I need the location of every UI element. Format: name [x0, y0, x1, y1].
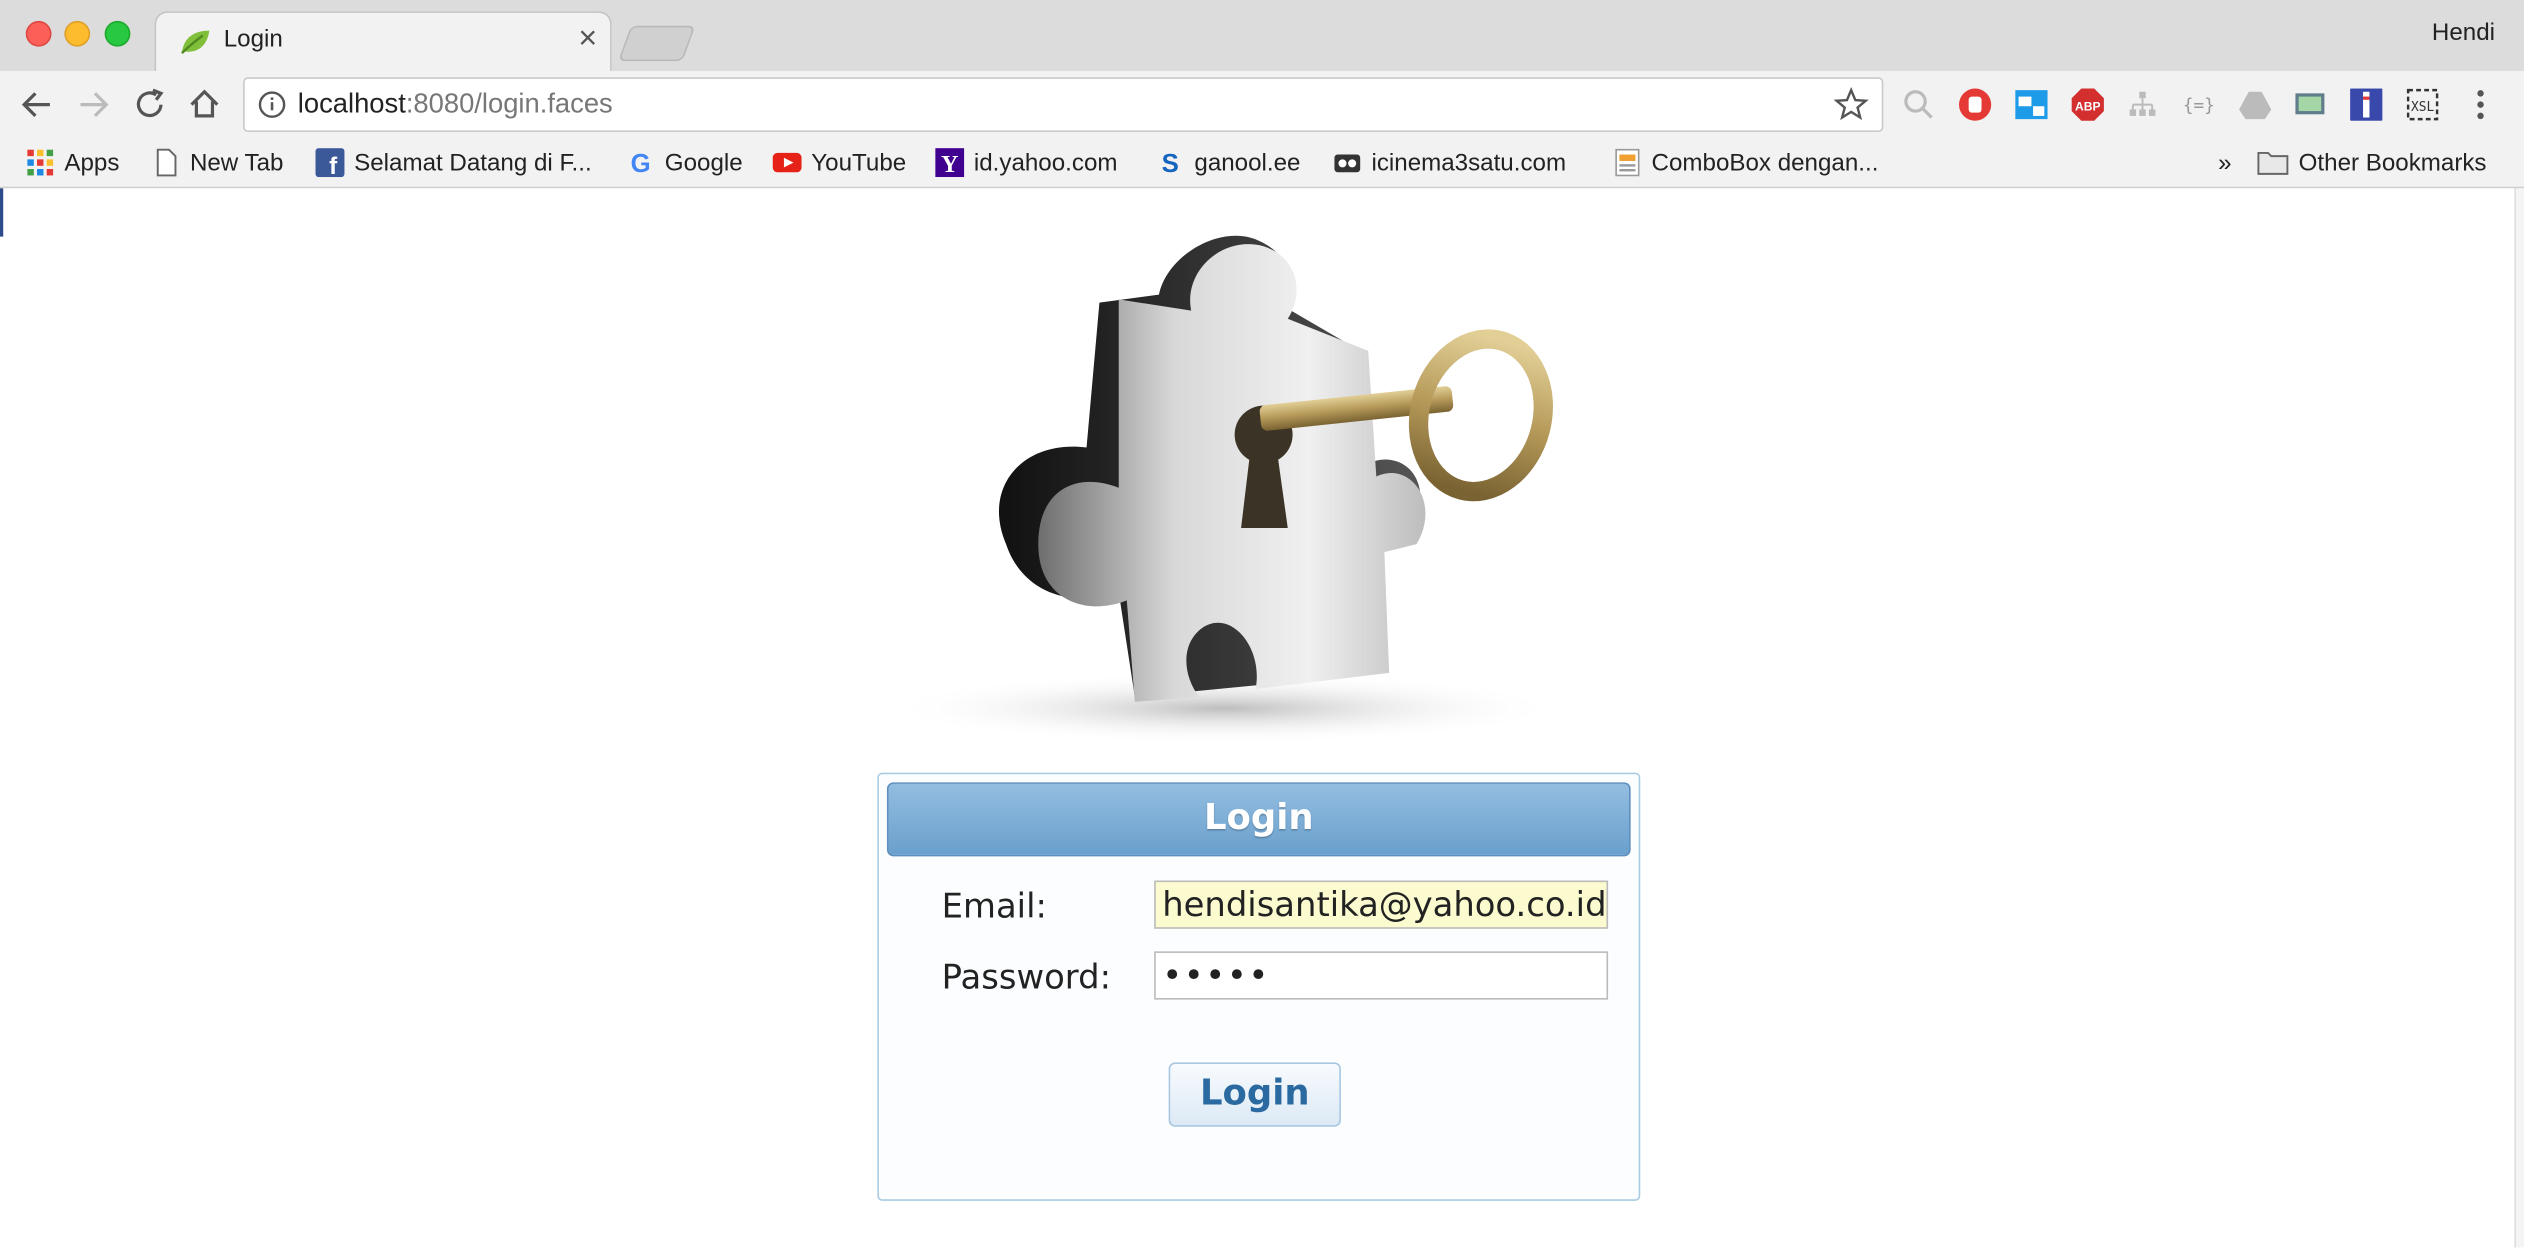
- password-label: Password:: [941, 957, 1111, 997]
- bookmark-label: ganool.ee: [1194, 148, 1301, 177]
- profile-name[interactable]: Hendi: [2432, 19, 2495, 46]
- bookmark-label: YouTube: [811, 148, 907, 177]
- address-bar[interactable]: localhost:8080/login.faces: [243, 77, 1884, 132]
- url-host: localhost: [297, 88, 406, 120]
- bookmark-label: id.yahoo.com: [973, 148, 1118, 177]
- yahoo-icon: Y: [935, 148, 965, 178]
- bookmark-label: Google: [664, 148, 743, 177]
- tab-close-icon[interactable]: ×: [578, 21, 597, 58]
- bookmark-new-tab[interactable]: New Tab: [151, 145, 283, 180]
- bookmarks-bar: Apps New Tab f Selamat Datang di F... G …: [0, 138, 2524, 189]
- other-bookmarks-folder[interactable]: Other Bookmarks: [2257, 145, 2487, 180]
- svg-text:XSL: XSL: [2411, 100, 2434, 115]
- other-bookmarks-label: Other Bookmarks: [2298, 148, 2487, 177]
- url-path: :8080/login.faces: [405, 88, 613, 120]
- bookmark-yahoo[interactable]: Y id.yahoo.com: [935, 145, 1117, 180]
- zoom-window-button[interactable]: [104, 20, 131, 47]
- bookmark-label: Apps: [64, 148, 120, 177]
- close-window-button[interactable]: [25, 20, 52, 47]
- sitemap-extension-icon[interactable]: [2125, 87, 2160, 122]
- bookmark-label: New Tab: [189, 148, 284, 177]
- apps-grid-icon: [27, 149, 54, 176]
- bookmark-apps[interactable]: Apps: [26, 145, 120, 180]
- cinema-icon: [1334, 154, 1361, 173]
- bookmark-label: ComboBox dengan...: [1651, 148, 1879, 177]
- login-panel-header: Login: [886, 782, 1631, 857]
- facebook-icon: f: [315, 148, 345, 178]
- stop-hand-extension-icon[interactable]: [1957, 87, 1992, 122]
- tab-title: Login: [223, 25, 283, 54]
- page-right-strip: [2514, 188, 2524, 1248]
- email-field[interactable]: hendisantika@yahoo.co.id: [1154, 880, 1609, 929]
- google-icon: G: [631, 150, 651, 177]
- bookmark-combobox[interactable]: ComboBox dengan...: [1613, 145, 1879, 180]
- back-arrow-icon[interactable]: [16, 84, 58, 126]
- ruler-extension-icon[interactable]: [2349, 87, 2384, 122]
- svg-text:G: G: [631, 150, 651, 177]
- cast-extension-icon[interactable]: [2292, 87, 2327, 122]
- bookmark-ganool[interactable]: S ganool.ee: [1156, 145, 1301, 180]
- document-icon: [1615, 148, 1640, 177]
- title-bar: Login × Hendi: [0, 0, 2524, 73]
- email-label: Email:: [941, 886, 1047, 926]
- menu-kebab-icon[interactable]: [2463, 87, 2498, 122]
- minimize-window-button[interactable]: [64, 20, 91, 47]
- home-icon[interactable]: [184, 84, 226, 126]
- bookmark-facebook[interactable]: f Selamat Datang di F...: [315, 145, 592, 180]
- bookmark-google[interactable]: G Google: [626, 145, 743, 180]
- drive-extension-icon[interactable]: [2237, 87, 2272, 122]
- bookmark-label: Selamat Datang di F...: [354, 148, 592, 177]
- search-extension-icon[interactable]: [1901, 87, 1936, 122]
- bookmark-label: icinema3satu.com: [1371, 148, 1567, 177]
- url-text[interactable]: localhost:8080/login.faces: [298, 89, 613, 121]
- xml-extension-icon[interactable]: XSL: [2405, 87, 2440, 122]
- page-icon: [156, 148, 177, 177]
- login-button[interactable]: Login: [1168, 1062, 1341, 1127]
- bookmark-star-icon[interactable]: [1833, 87, 1869, 122]
- login-panel: Login Email: hendisantika@yahoo.co.id Pa…: [877, 772, 1641, 1201]
- ganool-icon: S: [1162, 150, 1179, 177]
- browser-toolbar: localhost:8080/login.faces ABP {=} XSL: [0, 70, 2524, 139]
- browser-tab-active[interactable]: Login ×: [154, 11, 612, 73]
- youtube-icon: [772, 152, 802, 173]
- json-extension-icon[interactable]: {=}: [2181, 87, 2216, 122]
- new-tab-button[interactable]: [618, 25, 696, 62]
- bookmarks-overflow-button[interactable]: »: [2218, 145, 2231, 180]
- svg-text:Y: Y: [941, 151, 958, 177]
- page-left-edge: [0, 188, 4, 237]
- bookmark-icinema[interactable]: icinema3satu.com: [1333, 145, 1566, 180]
- leaf-icon: [181, 30, 210, 54]
- puzzle-key-image: [885, 235, 1562, 744]
- adblock-extension-icon[interactable]: ABP: [2070, 87, 2105, 122]
- window-extension-icon[interactable]: [2014, 87, 2049, 122]
- password-field[interactable]: •••••: [1154, 951, 1609, 1000]
- svg-text:ABP: ABP: [2075, 99, 2100, 113]
- svg-text:S: S: [1162, 150, 1179, 177]
- info-icon[interactable]: [258, 90, 287, 119]
- forward-arrow-icon[interactable]: [72, 84, 114, 126]
- folder-icon: [2257, 151, 2289, 175]
- svg-text:{=}: {=}: [2183, 96, 2215, 116]
- reload-icon[interactable]: [129, 84, 171, 126]
- bookmark-youtube[interactable]: YouTube: [772, 145, 907, 180]
- overflow-chevron-icon: »: [2218, 148, 2232, 177]
- svg-text:f: f: [329, 153, 338, 177]
